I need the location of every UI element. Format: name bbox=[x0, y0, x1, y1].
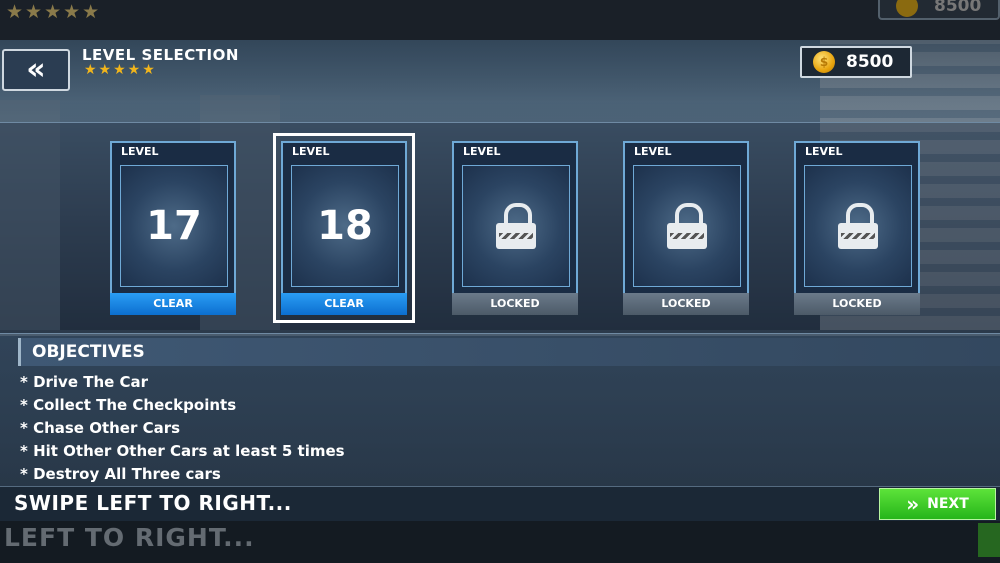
level-status: LOCKED bbox=[623, 293, 749, 315]
level-status: LOCKED bbox=[452, 293, 578, 315]
level-card-18[interactable]: LEVEL 18 CLEAR bbox=[273, 133, 415, 323]
level-number: 17 bbox=[146, 203, 202, 249]
coin-value: 8500 bbox=[846, 52, 894, 72]
lock-icon bbox=[667, 203, 707, 249]
level-status: CLEAR bbox=[281, 293, 407, 315]
level-card-locked[interactable]: LEVEL LOCKED bbox=[794, 141, 920, 315]
ghost-coin-value: 8500 bbox=[934, 0, 982, 16]
level-panel bbox=[462, 165, 570, 287]
objective-item: * Hit Other Other Cars at least 5 times bbox=[20, 442, 345, 460]
objectives-title: OBJECTIVES bbox=[32, 342, 145, 362]
level-label: LEVEL bbox=[292, 145, 330, 158]
next-label: NEXT bbox=[927, 496, 969, 512]
star-rating: ★★★★★ bbox=[84, 62, 157, 78]
coin-counter: $ 8500 bbox=[800, 46, 912, 78]
level-card-locked[interactable]: LEVEL LOCKED bbox=[452, 141, 578, 315]
level-label: LEVEL bbox=[121, 145, 159, 158]
swipe-hint: SWIPE LEFT TO RIGHT... bbox=[14, 491, 292, 515]
level-label: LEVEL bbox=[463, 145, 501, 158]
level-status: CLEAR bbox=[110, 293, 236, 315]
level-panel bbox=[804, 165, 912, 287]
objectives-header bbox=[18, 338, 1000, 366]
objective-item: * Chase Other Cars bbox=[20, 419, 181, 437]
objective-item: * Destroy All Three cars bbox=[20, 465, 221, 483]
ghost-coin-icon bbox=[896, 0, 918, 17]
ghost-swipe-text: LEFT TO RIGHT... bbox=[4, 523, 255, 552]
objective-item: * Collect The Checkpoints bbox=[20, 396, 237, 414]
objective-item: * Drive The Car bbox=[20, 373, 149, 391]
level-number: 18 bbox=[317, 203, 373, 249]
lock-icon bbox=[496, 203, 536, 249]
coin-icon: $ bbox=[813, 51, 835, 73]
ghost-coin-box: 8500 bbox=[878, 0, 1000, 20]
back-button[interactable]: « bbox=[2, 49, 70, 91]
ghost-top-strip: ★★★★★ 8500 bbox=[0, 0, 1000, 40]
ghost-stars: ★★★★★ bbox=[6, 1, 102, 23]
next-button[interactable]: » NEXT bbox=[879, 488, 996, 520]
level-label: LEVEL bbox=[634, 145, 672, 158]
level-card-locked[interactable]: LEVEL LOCKED bbox=[623, 141, 749, 315]
level-status: LOCKED bbox=[794, 293, 920, 315]
level-card-17[interactable]: LEVEL 17 CLEAR bbox=[110, 141, 236, 315]
level-panel: 18 bbox=[291, 165, 399, 287]
ghost-next-button bbox=[978, 523, 1000, 557]
level-panel bbox=[633, 165, 741, 287]
level-panel: 17 bbox=[120, 165, 228, 287]
lock-icon bbox=[838, 203, 878, 249]
double-chevron-left-icon: « bbox=[26, 52, 46, 87]
double-chevron-right-icon: » bbox=[906, 492, 920, 516]
level-label: LEVEL bbox=[805, 145, 843, 158]
